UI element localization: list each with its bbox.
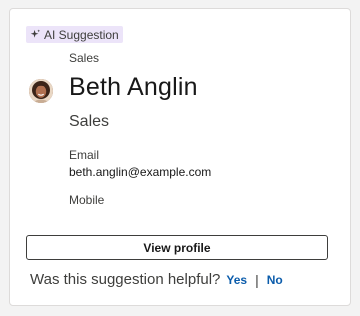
email-value: beth.anglin@example.com	[69, 165, 212, 179]
avatar-photo-icon	[29, 79, 53, 103]
suggestion-card: AI Suggestion Sales Beth Anglin Sales Em…	[9, 8, 351, 306]
contact-department: Sales	[69, 113, 110, 130]
feedback-question: Was this suggestion helpful?	[30, 271, 221, 288]
feedback-yes-link[interactable]: Yes	[226, 273, 247, 287]
ai-suggestion-badge: AI Suggestion	[26, 26, 123, 43]
feedback-row: Was this suggestion helpful? Yes | No	[30, 271, 283, 288]
view-profile-button[interactable]: View profile	[26, 235, 328, 260]
contact-name: Beth Anglin	[69, 73, 198, 101]
ai-suggestion-label: AI Suggestion	[44, 27, 119, 42]
avatar	[29, 79, 53, 103]
email-label: Email	[69, 148, 100, 162]
top-department-label: Sales	[69, 51, 100, 65]
feedback-separator: |	[255, 271, 259, 288]
feedback-no-link[interactable]: No	[267, 273, 283, 287]
sparkle-icon	[30, 29, 41, 38]
mobile-label: Mobile	[69, 193, 105, 207]
